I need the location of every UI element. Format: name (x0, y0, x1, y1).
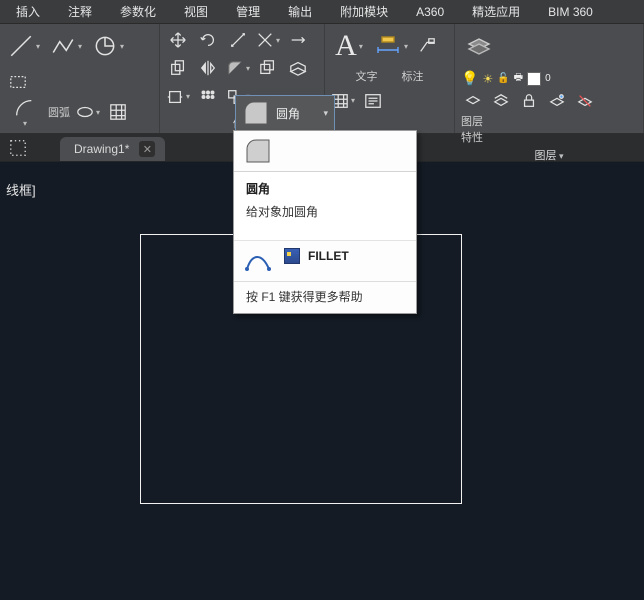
tooltip-title: 圆角 (246, 180, 404, 197)
arc-tool-button[interactable] (6, 94, 42, 130)
menu-a360[interactable]: A360 (402, 2, 458, 22)
circle-seg-icon[interactable] (90, 28, 126, 64)
sun-icon[interactable]: ☀ (482, 72, 493, 86)
tooltip-description: 给对象加圆角 (246, 203, 404, 220)
trim-icon[interactable] (256, 28, 280, 52)
explode-icon[interactable] (286, 56, 310, 80)
lock-icon[interactable]: 🔓 (497, 73, 509, 84)
tooltip-help: 按 F1 键获得更多帮助 (234, 281, 416, 313)
scale-icon[interactable] (226, 28, 250, 52)
bulb-icon[interactable]: 💡 (461, 70, 478, 87)
command-icon (284, 248, 300, 264)
menu-manage[interactable]: 管理 (222, 0, 274, 23)
mtext-icon[interactable] (361, 89, 385, 113)
panel-annotation: A 文字 标注 . (325, 24, 455, 133)
tooltip-command-row: FILLET (284, 248, 349, 264)
fillet-dropdown-panel: 圆角 给对象加圆角 FILLET 按 F1 键获得更多帮助 (233, 130, 417, 314)
polyline-tool-icon[interactable] (48, 28, 84, 64)
dropdown-item-curve[interactable]: FILLET (234, 240, 416, 281)
fillet-icon (242, 99, 270, 127)
rotate-icon[interactable] (196, 28, 220, 52)
layer-iso-icon[interactable] (461, 89, 485, 113)
layer-off-icon[interactable] (573, 89, 597, 113)
offset-icon[interactable] (256, 56, 280, 80)
mirror-icon[interactable] (196, 56, 220, 80)
panel-draw: 圆弧 绘图 (0, 24, 160, 133)
hatch-icon[interactable] (106, 100, 130, 124)
dropdown-item-fillet[interactable] (234, 131, 416, 171)
viewport-visualstyle-label[interactable]: 线框] (6, 180, 36, 199)
close-icon[interactable]: ✕ (139, 141, 155, 157)
fillet-option-icon (244, 137, 272, 165)
layer-state-strip: 💡 ☀ 🔓 🖶 0 (461, 70, 597, 113)
file-tab-drawing1[interactable]: Drawing1* ✕ (60, 137, 165, 161)
leader-icon[interactable] (415, 34, 439, 58)
file-tab-label: Drawing1* (74, 142, 129, 156)
menu-addins[interactable]: 附加模块 (326, 0, 402, 23)
panel-layer-title[interactable]: 图层 (461, 145, 637, 163)
tooltip-command-text: FILLET (308, 249, 349, 263)
copy-icon[interactable] (166, 56, 190, 80)
layer-props-label: 图层 特性 (461, 113, 483, 145)
print-icon[interactable]: 🖶 (514, 70, 523, 87)
line-tool-icon[interactable] (6, 28, 42, 64)
menu-bar: 插入 注释 参数化 视图 管理 输出 附加模块 A360 精选应用 BIM 36… (0, 0, 644, 24)
menu-insert[interactable]: 插入 (2, 0, 54, 23)
arc-label: 圆弧 (48, 104, 70, 120)
layer-zero-label: 0 (545, 73, 551, 84)
extend-icon[interactable] (286, 28, 310, 52)
layer-lock-icon[interactable] (517, 89, 541, 113)
text-tool-button[interactable]: A (331, 28, 367, 64)
fillet-button-label: 圆角 (276, 105, 300, 122)
menu-featured[interactable]: 精选应用 (458, 0, 534, 23)
panel-layers: 💡 ☀ 🔓 🖶 0 图层 特性 图层 (455, 24, 644, 133)
fillet-tooltip: 圆角 给对象加圆角 (234, 172, 416, 240)
menu-output[interactable]: 输出 (274, 0, 326, 23)
menu-annotate[interactable]: 注释 (54, 0, 106, 23)
dimension-label: 标注 (402, 68, 424, 84)
rectangle-dashed-icon[interactable] (6, 70, 30, 94)
menu-view[interactable]: 视图 (170, 0, 222, 23)
layer-color-swatch[interactable] (527, 72, 541, 86)
text-label: 文字 (356, 68, 378, 84)
curve-option-icon (244, 247, 272, 275)
array-icon[interactable] (196, 85, 220, 109)
layer-match-icon[interactable] (545, 89, 569, 113)
menu-parametric[interactable]: 参数化 (106, 0, 170, 23)
layer-properties-button[interactable] (461, 28, 497, 64)
dimension-button[interactable] (373, 28, 409, 64)
fillet-dropdown-icon[interactable] (226, 56, 250, 80)
layer-freeze-icon[interactable] (489, 89, 513, 113)
move-icon[interactable] (166, 28, 190, 52)
ellipse-icon[interactable] (76, 100, 100, 124)
fillet-button-active[interactable]: 圆角 ▾ (235, 95, 335, 131)
point-grid-icon[interactable] (6, 136, 30, 160)
chevron-down-icon: ▾ (323, 108, 328, 119)
ribbon: 圆弧 绘图 (0, 24, 644, 134)
stretch-icon[interactable] (166, 85, 190, 109)
menu-bim360[interactable]: BIM 360 (534, 2, 607, 22)
